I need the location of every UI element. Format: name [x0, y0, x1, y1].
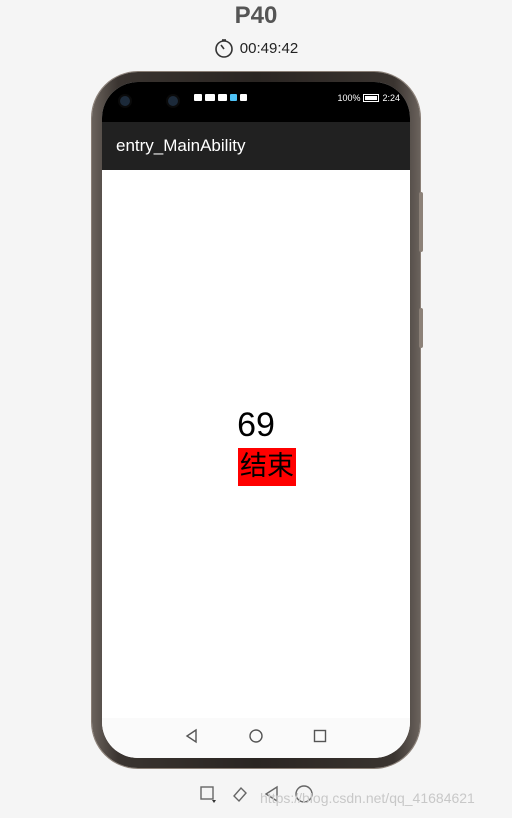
status-right: 100% 2:24	[337, 93, 400, 103]
timer-icon	[214, 38, 234, 58]
volume-button	[419, 192, 423, 252]
timer-value: 00:49:42	[239, 39, 299, 57]
end-button[interactable]: 结束	[238, 448, 296, 486]
signal-icon	[205, 94, 215, 101]
app-bar: entry_MainAbility	[102, 122, 410, 170]
battery-percent: 100%	[337, 93, 361, 103]
phone-screen: 100% 2:24 entry_MainAbility 69 结束	[102, 82, 410, 758]
camera-icon	[168, 96, 178, 106]
power-button	[419, 308, 423, 348]
rotate-icon[interactable]	[198, 784, 218, 809]
app-notification-icon	[230, 94, 237, 101]
eraser-icon[interactable]	[230, 784, 250, 809]
battery-icon	[363, 94, 380, 102]
device-title: P40	[234, 2, 278, 29]
home-icon[interactable]	[248, 728, 264, 749]
main-content: 69 结束	[102, 170, 410, 718]
status-icons	[194, 94, 247, 101]
clock: 2:24	[382, 93, 400, 103]
app-title: entry_MainAbility	[116, 136, 246, 155]
recent-icon[interactable]	[312, 728, 328, 749]
nav-bar	[102, 718, 410, 758]
watermark: https://blog.csdn.net/qq_41684621	[260, 790, 475, 806]
phone-frame: 100% 2:24 entry_MainAbility 69 结束	[92, 72, 423, 768]
counter-text: 69	[237, 406, 275, 444]
wifi-icon	[218, 94, 227, 101]
timer: 00:49:42	[0, 38, 512, 58]
status-bar: 100% 2:24	[102, 82, 410, 122]
heart-icon	[240, 94, 247, 101]
camera-icon	[120, 96, 130, 106]
back-icon[interactable]	[184, 728, 200, 749]
nfc-icon	[194, 94, 202, 101]
